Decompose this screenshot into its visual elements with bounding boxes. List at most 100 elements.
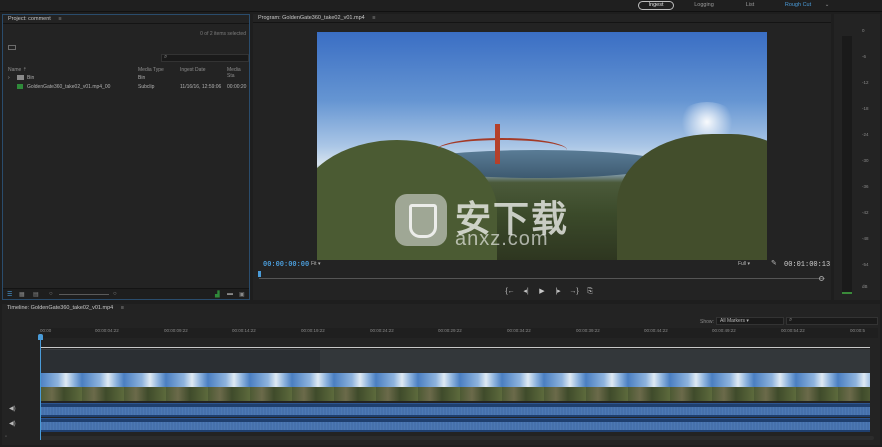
meter-label: -30 [862, 158, 869, 163]
expand-arrow-icon[interactable]: › [8, 75, 10, 81]
resolution-value: Full [738, 261, 747, 267]
item-type: Subclip [138, 84, 155, 90]
meter-channel [842, 36, 852, 294]
bin-view-icon[interactable] [8, 45, 16, 50]
scrub-bar[interactable] [259, 278, 825, 281]
meter-label: -48 [862, 236, 869, 241]
meter-label: -12 [862, 80, 869, 85]
panel-menu-icon[interactable]: ≡ [372, 15, 375, 21]
timeline-header: Timeline: GoldenGate360_take02_v01.mp4 ≡ [2, 304, 124, 313]
watermark: 安下载 anxz.com [395, 190, 625, 252]
audio-clip[interactable] [40, 418, 870, 432]
ruler-tick: 00:00:09:22 [164, 328, 188, 333]
meter-label: -24 [862, 132, 869, 137]
scroll-left-icon[interactable]: ◦ [5, 434, 7, 440]
program-monitor: Program: GoldenGate360_take02_v01.mp4 ≡ … [253, 14, 831, 300]
video-frame[interactable]: 安下载 anxz.com [317, 32, 767, 260]
search-icon: ⌕ [789, 317, 793, 323]
zoom-slider[interactable] [59, 294, 109, 295]
playhead-line [40, 340, 41, 440]
zoom-in-icon[interactable]: ○ [113, 291, 117, 297]
bridge-cable [437, 138, 567, 162]
ruler-tick: 00:00:44:22 [644, 328, 668, 333]
chevron-down-icon[interactable]: ⌄ [822, 1, 832, 10]
item-type: Bin [138, 75, 146, 81]
play-button[interactable]: ▶ [537, 288, 547, 296]
speaker-icon[interactable]: ◀) [9, 420, 16, 427]
zoom-level-select[interactable]: Fit ▾ [311, 261, 320, 267]
work-area-bar[interactable] [40, 347, 870, 348]
column-ingest-date[interactable]: Ingest Date [180, 67, 206, 73]
project-toolbar: ☰ ▦ ▤ ○ ○ ▟ ▬ ▣ [3, 288, 249, 299]
video-clip[interactable] [40, 373, 870, 401]
meter-label: dB [862, 284, 868, 289]
icon-view-icon[interactable]: ▦ [19, 291, 25, 298]
timeline-scrollbar[interactable] [40, 436, 874, 440]
zoom-out-icon[interactable]: ○ [49, 291, 53, 297]
workspace-tab-logging[interactable]: Logging [690, 1, 718, 10]
audio-clip[interactable] [40, 403, 870, 417]
markers-filter-value: All Markers [720, 318, 746, 324]
workspace-tab-list[interactable]: List [740, 1, 760, 10]
playhead-marker[interactable] [258, 271, 261, 277]
panel-menu-icon[interactable]: ≡ [121, 305, 124, 311]
ruler-tick: 00:00:14:22 [232, 328, 256, 333]
watermark-domain-text: anxz.com [455, 228, 549, 250]
program-monitor-header: Program: GoldenGate360_take02_v01.mp4 ≡ [253, 14, 831, 23]
ruler-tick: 00:00:39:22 [576, 328, 600, 333]
step-back-button[interactable]: ◂| [521, 288, 531, 296]
audio-meter: 0 -6 -12 -18 -24 -30 -36 -42 -48 -54 dB [834, 14, 880, 300]
audio-waveform [40, 407, 870, 415]
automate-icon[interactable]: ▟ [215, 291, 220, 298]
scrub-end-handle[interactable] [819, 276, 824, 281]
list-item[interactable]: GoldenGate360_take02_v01.mp4_00 Subclip … [8, 84, 248, 92]
go-to-in-button[interactable]: {← [505, 288, 515, 296]
meter-label: -54 [862, 262, 869, 267]
meter-label: -6 [862, 54, 867, 59]
zoom-level-value: Fit [311, 261, 317, 267]
export-frame-button[interactable]: ⎘ [585, 288, 595, 296]
resolution-select[interactable]: Full ▾ [738, 261, 750, 267]
meter-label: -18 [862, 106, 869, 111]
timeline-search-input[interactable]: ⌕ [786, 317, 878, 325]
project-panel: Project: comment ≡ 0 of 2 items selected… [2, 14, 250, 300]
column-name[interactable]: Name ⇡ [8, 67, 27, 73]
meter-level [842, 292, 852, 294]
project-panel-header: Project: comment ≡ [3, 15, 249, 24]
speaker-icon[interactable]: ◀) [9, 405, 16, 412]
ruler-tick: 00:00 [40, 328, 52, 333]
subclip-icon [17, 84, 23, 89]
program-monitor-title: Program: GoldenGate360_take02_v01.mp4 [258, 15, 365, 21]
item-status: 00:00:20 [227, 84, 247, 90]
folder-icon [17, 75, 24, 80]
show-label: Show: [700, 319, 714, 325]
step-forward-button[interactable]: |▸ [553, 288, 563, 296]
ruler-tick: 00:00:54:22 [781, 328, 805, 333]
item-name: Bin [27, 75, 35, 81]
wrench-icon[interactable]: ✎ [771, 259, 777, 267]
markers-filter-select[interactable]: All Markers ▾ [716, 317, 784, 325]
list-item[interactable]: › Bin Bin [8, 75, 248, 83]
column-media-type[interactable]: Media Type [138, 67, 164, 73]
new-bin-icon[interactable]: ▬ [227, 291, 233, 297]
ruler-tick: 00:00:49:22 [712, 328, 736, 333]
panel-menu-icon[interactable]: ≡ [58, 16, 61, 22]
timeline-title: Timeline: GoldenGate360_take02_v01.mp4 [7, 305, 114, 311]
freeform-view-icon[interactable]: ▤ [33, 291, 39, 298]
go-to-out-button[interactable]: →} [569, 288, 579, 296]
duration-timecode: 00:01:00:13 [784, 261, 831, 269]
time-ruler[interactable]: 00:00 00:00:04:22 00:00:09:22 00:00:14:2… [40, 328, 878, 338]
new-item-icon[interactable]: ▣ [239, 291, 245, 298]
project-search-input[interactable]: ⌕ [161, 54, 249, 62]
ruler-tick: 00:00:34:22 [507, 328, 531, 333]
search-icon: ⌕ [164, 54, 168, 60]
video-clip-thumbnails [40, 387, 870, 401]
workspace-tab-ingest[interactable]: Ingest [638, 1, 674, 10]
current-timecode[interactable]: 00:00:00:00 [263, 261, 309, 269]
item-name: GoldenGate360_take02_v01.mp4_00 [27, 84, 111, 90]
workspace-tab-rough-cut[interactable]: Rough Cut [780, 1, 816, 10]
item-date: 11/16/16, 12:59:06 [180, 84, 222, 90]
ruler-tick: 00:00:29:22 [438, 328, 462, 333]
bridge-tower [495, 124, 500, 164]
list-view-icon[interactable]: ☰ [7, 291, 12, 298]
